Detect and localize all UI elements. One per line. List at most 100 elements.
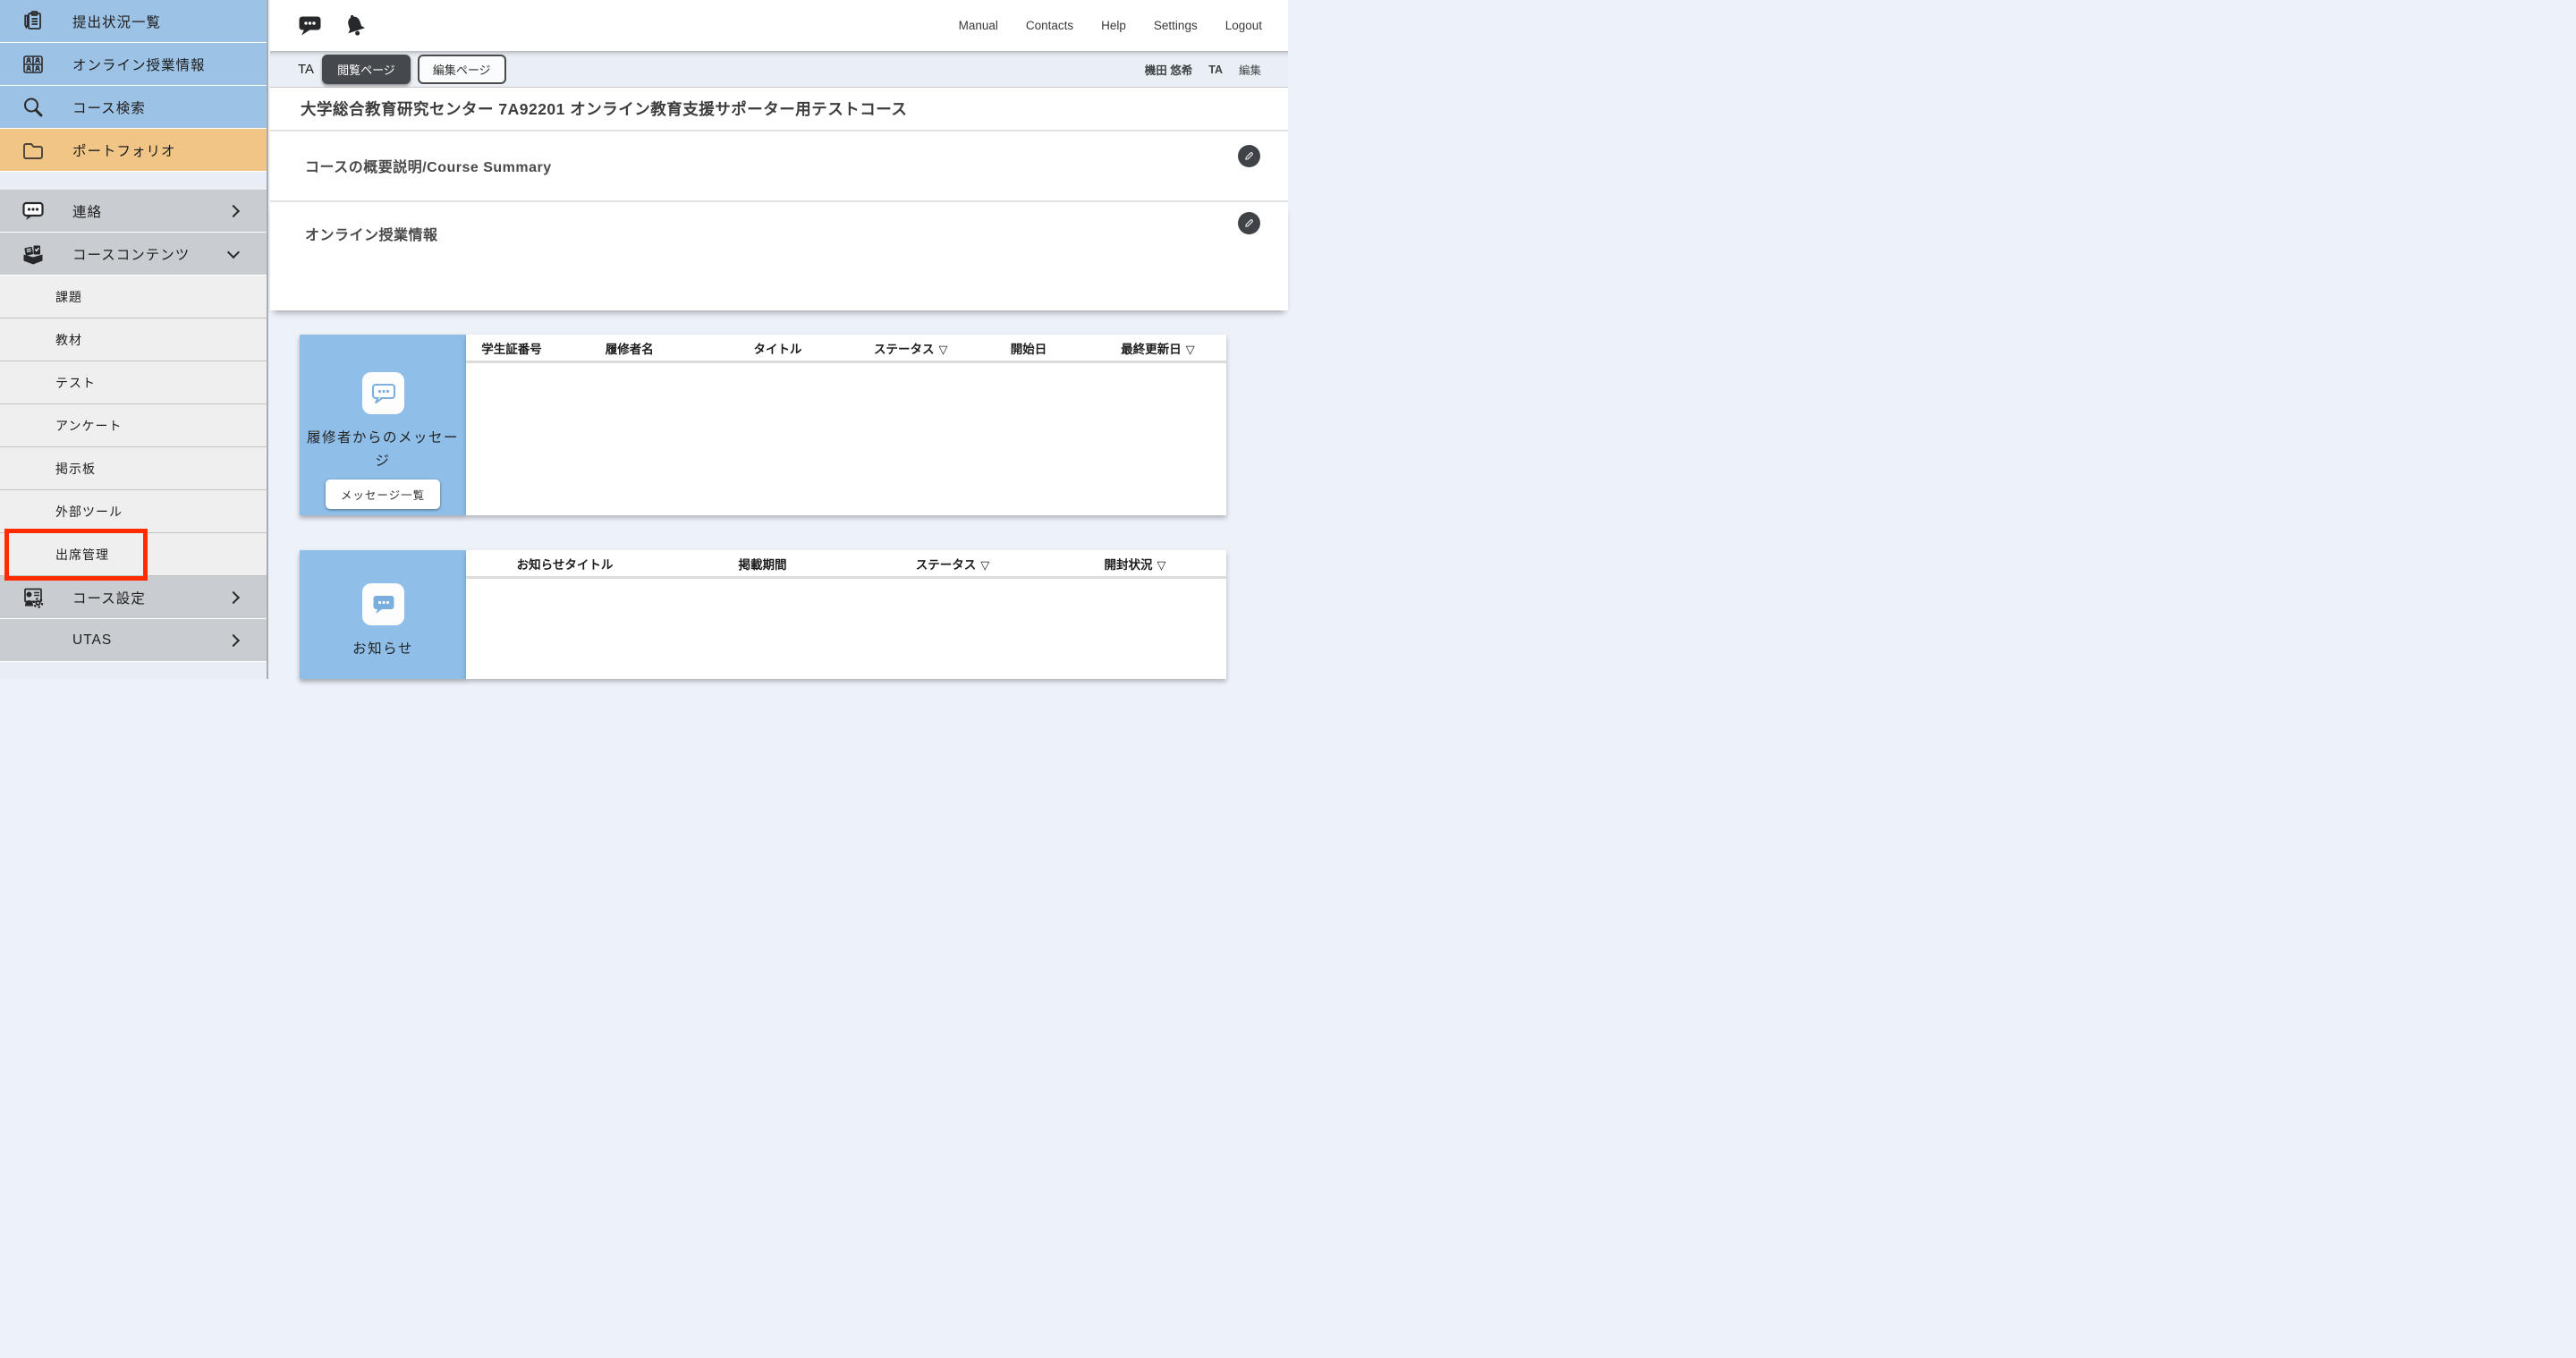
sidebar-item-label: アンケート: [55, 417, 122, 435]
sidebar-item-label: 連絡: [72, 201, 102, 221]
chevron-right-icon: [227, 633, 240, 646]
sidebar-item-label: コース設定: [72, 588, 146, 607]
view-page-tab[interactable]: 閲覧ページ: [322, 55, 411, 84]
sidebar-item-online-class-info[interactable]: オンライン授業情報: [0, 43, 267, 86]
sidebar-item-external-tools[interactable]: 外部ツール: [0, 490, 267, 533]
sidebar-item-assignments[interactable]: 課題: [0, 276, 267, 318]
sidebar-item-label: 教材: [55, 331, 82, 349]
messages-table-body: [466, 363, 1226, 515]
column-header: 掲載期間: [664, 555, 861, 573]
column-header: 開始日: [968, 339, 1089, 357]
column-header-sortable[interactable]: 最終更新日▽: [1089, 339, 1226, 357]
sidebar-item-label: 課題: [55, 288, 82, 306]
nav-contacts[interactable]: Contacts: [1026, 19, 1073, 32]
sidebar-item-label: コースコンテンツ: [72, 244, 190, 264]
column-header: 履修者名: [557, 339, 702, 357]
messages-table-header: 学生証番号 履修者名 タイトル ステータス▽ 開始日 最終更新日▽: [466, 335, 1226, 363]
top-bar: Manual Contacts Help Settings Logout: [270, 0, 1288, 51]
ta-toolbar: TA 閲覧ページ 編集ページ 機田 悠希 TA 編集: [270, 51, 1288, 88]
messages-card: 履修者からのメッセージ メッセージ一覧: [300, 335, 466, 515]
course-title-row: 大学総合教育研究センター 7A92201 オンライン教育支援サポーター用テストコ…: [270, 88, 1288, 132]
nav-help[interactable]: Help: [1101, 19, 1126, 32]
notices-panel: お知らせ お知らせタイトル 掲載期間 ステータス▽ 開封状況▽: [300, 550, 1288, 679]
notices-card: お知らせ: [300, 550, 466, 679]
sidebar-item-tests[interactable]: テスト: [0, 361, 267, 404]
notices-card-label: お知らせ: [306, 638, 460, 661]
main-area: Manual Contacts Help Settings Logout TA …: [270, 0, 1288, 679]
user-name: 機田 悠希: [1145, 61, 1192, 78]
sidebar-item-label: 提出状況一覧: [72, 12, 161, 31]
notifications-bell-icon[interactable]: [342, 13, 369, 39]
notices-table-header: お知らせタイトル 掲載期間 ステータス▽ 開封状況▽: [466, 550, 1226, 579]
sidebar-item-label: 掲示板: [55, 460, 96, 478]
user-info: 機田 悠希 TA 編集: [1145, 51, 1261, 88]
sidebar-item-course-contents[interactable]: コースコンテンツ: [0, 233, 267, 276]
edit-pencil-button[interactable]: [1238, 212, 1260, 234]
online-class-info-heading: オンライン授業情報: [305, 202, 438, 244]
chevron-right-icon: [227, 590, 240, 603]
sidebar-item-label: オンライン授業情報: [72, 55, 206, 74]
messages-icon[interactable]: [298, 14, 322, 37]
messages-card-label: 履修者からのメッセージ: [306, 427, 460, 472]
column-header: 学生証番号: [466, 339, 557, 357]
sidebar-item-label: コース検索: [72, 98, 146, 117]
notices-table-body: [466, 579, 1226, 679]
course-settings-icon: [21, 585, 46, 610]
message-bubble-filled-icon: [362, 583, 404, 625]
edit-page-tab[interactable]: 編集ページ: [418, 55, 506, 84]
sort-indicator-icon[interactable]: ▽: [980, 558, 989, 572]
sidebar-item-utas[interactable]: UTAS: [0, 619, 267, 662]
messages-table: 学生証番号 履修者名 タイトル ステータス▽ 開始日 最終更新日▽: [466, 335, 1226, 515]
video-grid-icon: [21, 52, 46, 77]
box-icon: [21, 242, 46, 267]
nav-logout[interactable]: Logout: [1225, 19, 1262, 32]
column-header: お知らせタイトル: [466, 555, 664, 573]
sidebar-item-label: 外部ツール: [55, 503, 123, 521]
dashboard-content: 履修者からのメッセージ メッセージ一覧 学生証番号 履修者名 タイトル ステータ…: [270, 310, 1288, 679]
folder-icon: [21, 138, 46, 163]
search-icon: [21, 95, 46, 120]
course-summary-heading: コースの概要説明/Course Summary: [305, 132, 552, 176]
column-header-sortable[interactable]: ステータス▽: [861, 555, 1044, 573]
column-header-sortable[interactable]: ステータス▽: [854, 339, 969, 357]
online-class-info-section: オンライン授業情報: [270, 202, 1288, 310]
messages-panel: 履修者からのメッセージ メッセージ一覧 学生証番号 履修者名 タイトル ステータ…: [300, 335, 1288, 515]
sidebar-item-label: ポートフォリオ: [72, 140, 176, 160]
notices-table: お知らせタイトル 掲載期間 ステータス▽ 開封状況▽: [466, 550, 1226, 679]
sidebar-item-surveys[interactable]: アンケート: [0, 404, 267, 447]
sidebar: 提出状況一覧 オンライン授業情報 コース検索: [0, 0, 268, 679]
sidebar-item-course-settings[interactable]: コース設定: [0, 576, 267, 619]
message-list-button[interactable]: メッセージ一覧: [326, 480, 440, 509]
column-header: タイトル: [702, 339, 854, 357]
course-summary-section: コースの概要説明/Course Summary: [270, 132, 1288, 202]
sidebar-item-portfolio[interactable]: ポートフォリオ: [0, 129, 267, 172]
nav-manual[interactable]: Manual: [959, 19, 998, 32]
sidebar-item-label: テスト: [55, 374, 96, 392]
chevron-down-icon: [227, 245, 240, 258]
sidebar-item-materials[interactable]: 教材: [0, 318, 267, 361]
sort-indicator-icon[interactable]: ▽: [1186, 343, 1195, 356]
sidebar-spacer: [0, 172, 267, 190]
no-icon: [21, 628, 46, 653]
edit-pencil-button[interactable]: [1238, 145, 1260, 167]
sidebar-item-board[interactable]: 掲示板: [0, 447, 267, 490]
sidebar-item-label: UTAS: [72, 632, 112, 649]
message-bubble-outline-icon: [362, 372, 404, 414]
chat-icon: [21, 199, 46, 224]
sort-indicator-icon[interactable]: ▽: [939, 343, 948, 356]
sort-indicator-icon[interactable]: ▽: [1157, 558, 1166, 572]
column-header-sortable[interactable]: 開封状況▽: [1044, 555, 1226, 573]
sidebar-item-contact[interactable]: 連絡: [0, 190, 267, 233]
ta-role-badge: TA: [298, 62, 314, 77]
sidebar-item-label: 出席管理: [55, 546, 109, 564]
user-edit-link[interactable]: 編集: [1239, 61, 1261, 78]
sidebar-item-attendance[interactable]: 出席管理: [0, 533, 267, 576]
chevron-right-icon: [227, 204, 240, 216]
top-navigation: Manual Contacts Help Settings Logout: [959, 0, 1262, 51]
sidebar-item-course-search[interactable]: コース検索: [0, 86, 267, 129]
course-title: 大学総合教育研究センター 7A92201 オンライン教育支援サポーター用テストコ…: [301, 98, 907, 120]
user-role: TA: [1208, 64, 1223, 76]
sidebar-item-submission-status[interactable]: 提出状況一覧: [0, 0, 267, 43]
nav-settings[interactable]: Settings: [1154, 19, 1198, 32]
clipboard-icon: [21, 9, 46, 34]
